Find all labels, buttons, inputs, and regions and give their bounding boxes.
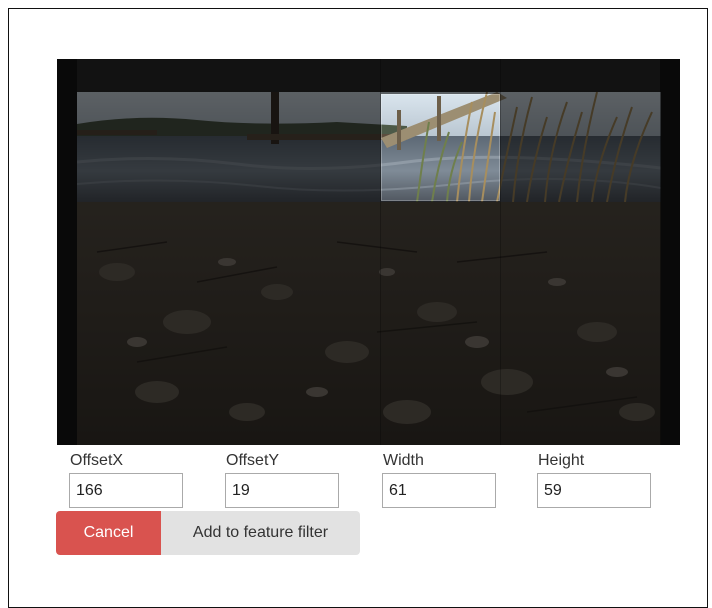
dim-left [57,94,381,201]
dim-bottom [57,201,680,445]
frame-band-right [660,59,680,445]
cancel-button[interactable]: Cancel [56,511,161,555]
grid-line-vertical [500,59,501,445]
dim-right [500,94,680,201]
offsety-label: OffsetY [226,452,280,469]
height-input[interactable] [537,473,651,508]
offsety-input[interactable] [225,473,339,508]
grid-line-vertical [380,59,381,445]
height-label: Height [538,452,585,469]
offsetx-label: OffsetX [70,452,124,469]
crop-selection[interactable] [381,94,500,201]
offsetx-input[interactable] [69,473,183,508]
crop-dialog: OffsetX OffsetY Width Height Cancel Add … [8,8,708,608]
add-to-feature-filter-button[interactable]: Add to feature filter [161,511,360,555]
image-crop-canvas[interactable] [57,59,680,445]
dim-top [57,59,680,94]
frame-band-left [57,59,77,445]
width-label: Width [383,452,424,469]
width-input[interactable] [382,473,496,508]
